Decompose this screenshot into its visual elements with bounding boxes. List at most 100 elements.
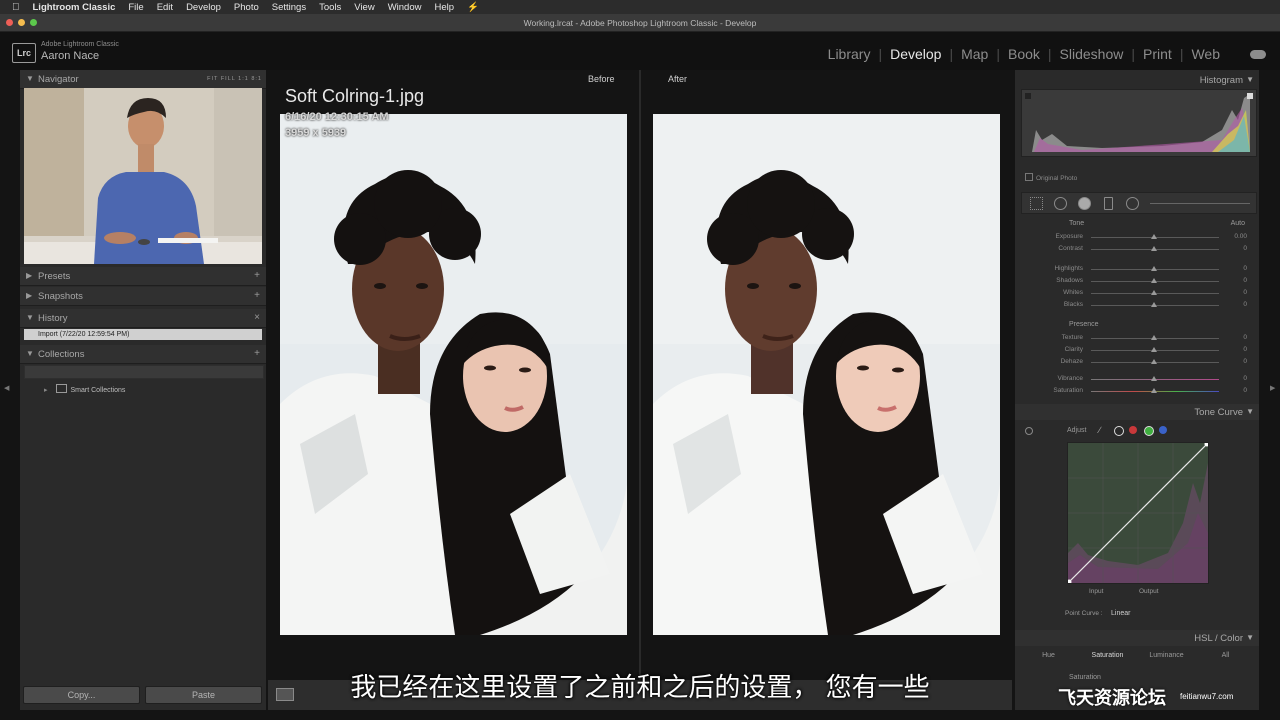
tone-section-label: Tone	[1069, 220, 1085, 227]
slider-name: Contrast	[1058, 245, 1083, 252]
menu-file[interactable]: File	[128, 2, 143, 13]
navigator-header[interactable]: ▼ Navigator FIT FILL 1:1 8:1	[20, 70, 266, 89]
module-web[interactable]: Web	[1183, 46, 1228, 62]
parametric-curve-icon[interactable]: ∕	[1099, 425, 1101, 435]
graduated-filter-icon[interactable]	[1104, 197, 1113, 210]
slider-value[interactable]: 0	[1243, 265, 1247, 272]
slider-value[interactable]: 0	[1243, 289, 1247, 296]
mac-menubar:  Lightroom Classic File Edit Develop Ph…	[0, 0, 1280, 14]
menu-tools[interactable]: Tools	[319, 2, 341, 13]
menu-photo[interactable]: Photo	[234, 2, 259, 13]
menu-develop[interactable]: Develop	[186, 2, 221, 13]
checkbox-icon[interactable]	[1025, 173, 1033, 181]
module-library[interactable]: Library	[820, 46, 879, 62]
slider-value[interactable]: 0	[1243, 334, 1247, 341]
after-photo[interactable]	[653, 114, 1000, 635]
original-photo-label: Original Photo	[1025, 173, 1077, 182]
slider-name: Whites	[1063, 289, 1083, 296]
menu-help[interactable]: Help	[434, 2, 454, 13]
tone-curve-graph[interactable]	[1066, 441, 1210, 585]
history-item[interactable]: Import (7/22/20 12:59:54 PM)	[24, 329, 262, 340]
slider-value[interactable]: 0.00	[1234, 233, 1247, 240]
presets-header[interactable]: ▶ Presets +	[20, 267, 266, 286]
slider-value[interactable]: 0	[1243, 277, 1247, 284]
zoom-1-1[interactable]: 1:1	[238, 76, 249, 82]
module-book[interactable]: Book	[1000, 46, 1048, 62]
dehaze-slider[interactable]: Dehaze 0	[1021, 357, 1247, 367]
slider-value[interactable]: 0	[1243, 358, 1247, 365]
slider-value[interactable]: 0	[1243, 245, 1247, 252]
cloud-icon[interactable]	[1250, 50, 1266, 59]
shadows-slider[interactable]: Shadows 0	[1021, 276, 1247, 286]
exposure-slider[interactable]: Exposure 0.00	[1021, 232, 1247, 242]
histogram-header[interactable]: Histogram ▼	[1015, 72, 1259, 88]
blue-channel-icon[interactable]	[1159, 426, 1167, 434]
zoom-fit[interactable]: FIT	[207, 76, 218, 82]
curve-input-label: Input	[1089, 588, 1104, 595]
collections-filter[interactable]	[24, 365, 264, 379]
brush-slider[interactable]	[1150, 203, 1250, 204]
contrast-slider[interactable]: Contrast 0	[1021, 244, 1247, 254]
collections-header[interactable]: ▼ Collections +	[20, 345, 266, 364]
right-panel: Histogram ▼ Original Photo Tone Auto Exp…	[1015, 70, 1259, 710]
module-map[interactable]: Map	[953, 46, 996, 62]
navigator-preview[interactable]	[24, 88, 262, 264]
right-panel-toggle-icon[interactable]: ▶	[1270, 384, 1275, 392]
snapshots-header[interactable]: ▶ Snapshots +	[20, 287, 266, 306]
slider-name: Dehaze	[1060, 358, 1083, 365]
navigator-zoom-options[interactable]: FIT FILL 1:1 8:1	[207, 76, 262, 82]
apple-icon[interactable]: 	[12, 2, 20, 13]
green-channel-icon[interactable]	[1144, 426, 1154, 436]
menu-app-name[interactable]: Lightroom Classic	[33, 2, 116, 13]
history-header[interactable]: ▼ History ×	[20, 309, 266, 328]
saturation-slider[interactable]: Saturation 0	[1021, 386, 1247, 396]
smart-collections-item[interactable]: ▸ Smart Collections	[44, 384, 125, 394]
slider-value[interactable]: 0	[1243, 387, 1247, 394]
clear-history-icon[interactable]: ×	[254, 312, 260, 323]
highlights-slider[interactable]: Highlights 0	[1021, 264, 1247, 274]
zoom-fill[interactable]: FILL	[221, 76, 236, 82]
add-collection-icon[interactable]: +	[254, 348, 260, 359]
menu-edit[interactable]: Edit	[157, 2, 173, 13]
auto-tone-button[interactable]: Auto	[1231, 220, 1245, 227]
tab-luminance[interactable]: Luminance	[1137, 648, 1196, 664]
texture-slider[interactable]: Texture 0	[1021, 333, 1247, 343]
tone-curve-header[interactable]: Tone Curve ▼	[1015, 404, 1259, 420]
clarity-slider[interactable]: Clarity 0	[1021, 345, 1247, 355]
slider-value[interactable]: 0	[1243, 375, 1247, 382]
radial-filter-icon[interactable]	[1126, 197, 1139, 210]
crop-tool-icon[interactable]	[1030, 197, 1043, 210]
point-curve-white-icon[interactable]	[1114, 426, 1124, 436]
spot-removal-tool-icon[interactable]	[1054, 197, 1067, 210]
blacks-slider[interactable]: Blacks 0	[1021, 300, 1247, 310]
left-panel-toggle-icon[interactable]: ◀	[4, 384, 9, 392]
module-slideshow[interactable]: Slideshow	[1052, 46, 1132, 62]
tab-hue[interactable]: Hue	[1019, 648, 1078, 664]
histogram[interactable]	[1021, 89, 1257, 157]
paste-settings-button[interactable]: Paste	[145, 686, 262, 704]
script-icon[interactable]: ⚡	[467, 2, 479, 13]
vibrance-slider[interactable]: Vibrance 0	[1021, 374, 1247, 384]
slider-value[interactable]: 0	[1243, 301, 1247, 308]
red-channel-icon[interactable]	[1129, 426, 1137, 434]
add-preset-icon[interactable]: +	[254, 270, 260, 281]
add-snapshot-icon[interactable]: +	[254, 290, 260, 301]
point-curve-select[interactable]: Linear	[1111, 610, 1130, 617]
before-photo[interactable]	[280, 114, 627, 635]
tab-all[interactable]: All	[1196, 648, 1255, 664]
collections-label: Collections	[38, 349, 85, 360]
menu-view[interactable]: View	[354, 2, 374, 13]
whites-slider[interactable]: Whites 0	[1021, 288, 1247, 298]
menu-window[interactable]: Window	[388, 2, 422, 13]
after-photo-image	[653, 114, 1000, 635]
module-print[interactable]: Print	[1135, 46, 1180, 62]
copy-settings-button[interactable]: Copy...	[23, 686, 140, 704]
slider-value[interactable]: 0	[1243, 346, 1247, 353]
hsl-header[interactable]: HSL / Color ▼	[1015, 630, 1259, 646]
module-develop[interactable]: Develop	[882, 46, 949, 62]
tab-saturation[interactable]: Saturation	[1078, 648, 1137, 664]
zoom-8-1[interactable]: 8:1	[251, 76, 262, 82]
target-adjust-icon[interactable]	[1025, 427, 1033, 435]
menu-settings[interactable]: Settings	[272, 2, 306, 13]
red-eye-tool-icon[interactable]	[1078, 197, 1091, 210]
